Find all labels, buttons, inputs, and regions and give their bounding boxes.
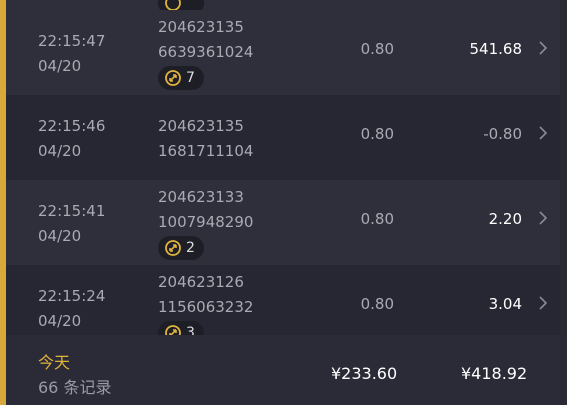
total-amount: ¥418.92 — [461, 364, 528, 383]
id-secondary: 1681711104 — [158, 142, 254, 160]
chevron-right-icon[interactable] — [538, 40, 548, 56]
refresh-circle-icon — [165, 325, 181, 335]
amount: 2.20 — [488, 210, 522, 228]
chevron-right-icon[interactable] — [538, 295, 548, 311]
time: 22:15:46 — [38, 117, 106, 135]
badge-count: 3 — [186, 325, 195, 335]
record-list: 22:15:47 04/20 204623135 6639361024 7 0.… — [6, 0, 560, 335]
date: 04/20 — [38, 142, 82, 160]
fee: 0.80 — [360, 40, 394, 58]
time: 22:15:47 — [38, 32, 106, 50]
amount: 3.04 — [488, 295, 522, 313]
amount: -0.80 — [483, 125, 522, 143]
id-cell: 204623135 6639361024 — [158, 15, 253, 65]
id-secondary: 1156063232 — [158, 298, 254, 316]
time-cell: 22:15:41 04/20 — [38, 199, 105, 249]
id-primary: 204623133 — [158, 188, 244, 206]
list-item[interactable]: 22:15:46 04/20 204623135 1681711104 0.80… — [6, 95, 560, 180]
id-secondary: 1007948290 — [158, 213, 254, 231]
chevron-right-icon[interactable] — [538, 125, 548, 141]
summary-footer: 今天 66 条记录 ¥233.60 ¥418.92 — [6, 335, 567, 405]
chevron-right-icon[interactable] — [538, 210, 548, 226]
today-label: 今天 — [38, 353, 71, 372]
date: 04/20 — [38, 57, 82, 75]
time: 22:15:24 — [38, 287, 106, 305]
date: 04/20 — [38, 227, 82, 245]
refresh-circle-icon — [165, 70, 181, 86]
time-cell: 22:15:46 04/20 — [38, 114, 105, 164]
list-item[interactable] — [6, 0, 560, 15]
id-primary: 204623126 — [158, 273, 244, 291]
time: 22:15:41 — [38, 202, 106, 220]
record-count: 66 条记录 — [38, 378, 112, 397]
amount: 541.68 — [469, 40, 523, 58]
id-primary: 204623135 — [158, 117, 244, 135]
date: 04/20 — [38, 312, 82, 330]
list-item[interactable]: 22:15:24 04/20 204623126 1156063232 3 0.… — [6, 265, 560, 335]
total-fee: ¥233.60 — [331, 364, 398, 383]
badge-count: 2 — [186, 240, 195, 256]
id-cell: 204623133 1007948290 — [158, 185, 253, 235]
list-item[interactable]: 22:15:47 04/20 204623135 6639361024 7 0.… — [6, 10, 560, 95]
badge: 3 — [158, 321, 204, 335]
badge: 2 — [158, 236, 204, 260]
list-item[interactable]: 22:15:41 04/20 204623133 1007948290 2 0.… — [6, 180, 560, 265]
fee: 0.80 — [360, 125, 394, 143]
refresh-circle-icon — [165, 240, 181, 256]
fee: 0.80 — [360, 210, 394, 228]
fee: 0.80 — [360, 295, 394, 313]
badge-count: 7 — [186, 70, 195, 86]
badge: 7 — [158, 66, 204, 90]
id-cell: 204623135 1681711104 — [158, 114, 253, 164]
id-primary: 204623135 — [158, 18, 244, 36]
time-cell: 22:15:24 04/20 — [38, 284, 105, 334]
id-cell: 204623126 1156063232 — [158, 270, 253, 320]
id-secondary: 6639361024 — [158, 43, 254, 61]
time-cell: 22:15:47 04/20 — [38, 29, 105, 79]
